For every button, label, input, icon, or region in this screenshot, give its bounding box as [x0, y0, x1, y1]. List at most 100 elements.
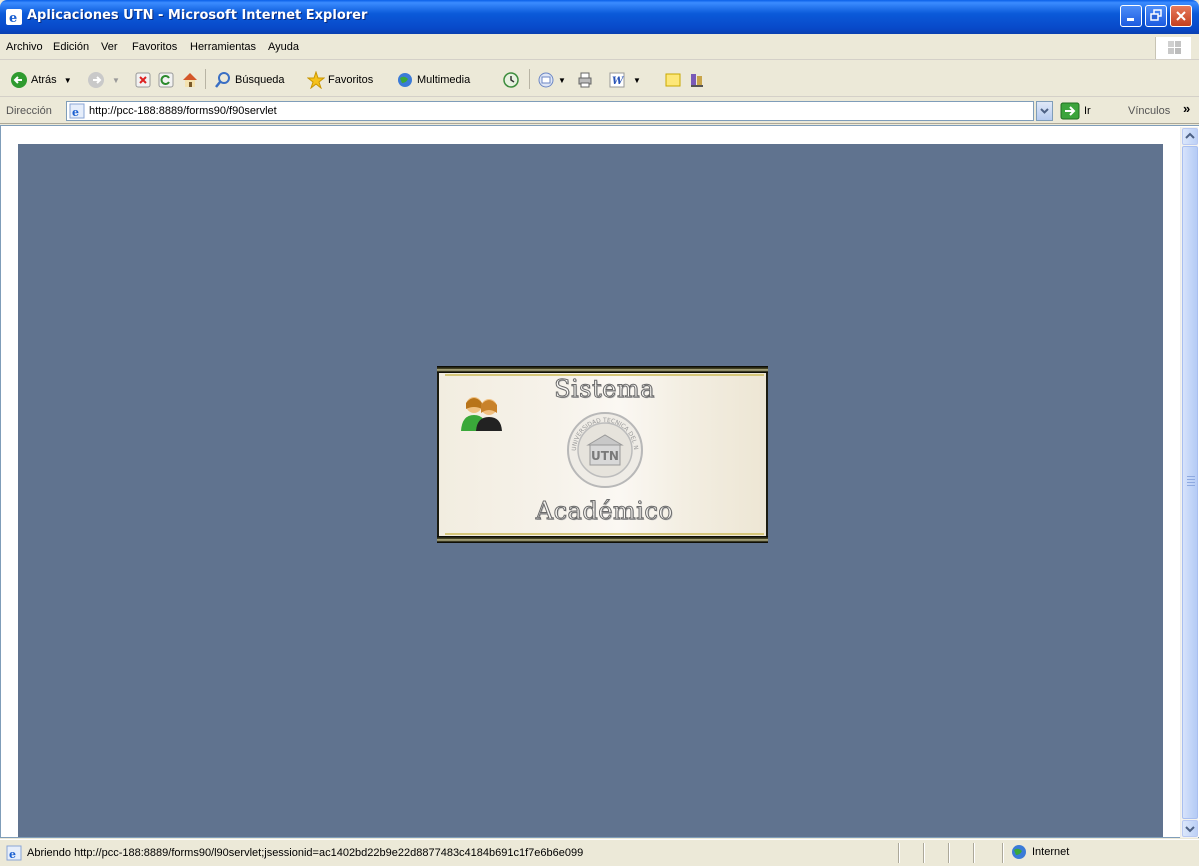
splash-bottom-bar [437, 536, 768, 543]
go-label: Ir [1084, 105, 1091, 117]
restore-icon [1150, 9, 1162, 21]
menu-favoritos[interactable]: Favoritos [132, 41, 177, 53]
chevron-down-icon [1040, 108, 1049, 114]
star-icon [307, 71, 325, 89]
address-dropdown-button[interactable] [1036, 101, 1053, 121]
splash-title-bottom: Académico [535, 497, 674, 526]
ie-icon: e [6, 9, 22, 25]
menu-herramientas[interactable]: Herramientas [190, 41, 256, 53]
search-icon [215, 72, 230, 88]
back-arrow-icon [11, 72, 27, 88]
university-seal-icon: UNIVERSIDAD TECNICA DEL NORTE UTN [566, 411, 643, 488]
title-bar[interactable]: e Aplicaciones UTN - Microsoft Internet … [0, 0, 1199, 34]
address-label: Dirección [6, 105, 52, 117]
users-icon [461, 397, 502, 431]
ie-page-icon: e [69, 103, 85, 119]
edit-dropdown-icon[interactable]: ▼ [633, 76, 641, 85]
back-label: Atrás [31, 74, 57, 86]
stop-icon [135, 72, 151, 88]
toolbar-separator [205, 69, 206, 89]
restore-button[interactable] [1145, 5, 1167, 27]
scroll-grip [1187, 482, 1195, 483]
internet-globe-icon [1012, 845, 1026, 859]
address-url[interactable]: http://pcc-188:8889/forms90/f90servlet [89, 105, 277, 117]
word-edit-icon: W [609, 72, 625, 88]
splash-bottom-line [445, 533, 764, 535]
windows-logo [1155, 37, 1191, 59]
media-label: Multimedia [417, 74, 471, 86]
refresh-icon [158, 72, 174, 88]
security-zone[interactable]: Internet [1011, 844, 1069, 860]
forward-arrow-icon [88, 72, 104, 88]
svg-text:e: e [72, 106, 79, 119]
seal-letters: UTN [591, 449, 619, 463]
home-button[interactable] [181, 69, 199, 91]
status-text: Abriendo http://pcc-188:8889/forms90/l90… [27, 847, 584, 859]
back-button[interactable]: Atrás ▼ [10, 69, 72, 91]
address-bar: Dirección e http://pcc-188:8889/forms90/… [0, 98, 1199, 124]
mail-button[interactable]: ▼ [537, 69, 566, 91]
scroll-thumb[interactable] [1182, 146, 1198, 819]
menu-archivo[interactable]: Archivo [6, 41, 43, 53]
home-icon [183, 73, 197, 87]
minimize-icon [1127, 18, 1134, 21]
svg-text:e: e [9, 848, 16, 861]
research-books-icon [691, 74, 703, 87]
close-button[interactable] [1170, 5, 1192, 27]
splash-panel: Sistema UNIVERSIDAD TECNICA DEL NORTE UT… [437, 366, 768, 543]
links-label[interactable]: Vínculos [1128, 105, 1170, 117]
status-separator [1002, 843, 1004, 863]
stop-button[interactable] [134, 69, 152, 91]
svg-text:e: e [9, 11, 17, 25]
window-title: Aplicaciones UTN - Microsoft Internet Ex… [27, 8, 368, 23]
print-button[interactable] [576, 69, 594, 91]
links-chevron-icon[interactable]: » [1183, 101, 1190, 116]
scroll-up-button[interactable] [1182, 128, 1198, 145]
status-separator [898, 843, 900, 863]
minimize-button[interactable] [1120, 5, 1142, 27]
media-button[interactable]: Multimedia [396, 69, 470, 91]
vertical-scrollbar[interactable] [1180, 127, 1198, 838]
status-separator [973, 843, 975, 863]
edit-button[interactable]: W ▼ [608, 69, 641, 91]
menu-edicion[interactable]: Edición [53, 41, 89, 53]
close-icon [1176, 11, 1186, 21]
history-button[interactable] [502, 69, 520, 91]
status-separator [923, 843, 925, 863]
chevron-up-icon [1185, 132, 1195, 139]
history-clock-icon [503, 72, 519, 88]
status-separator [948, 843, 950, 863]
go-button[interactable]: Ir [1060, 102, 1091, 120]
discuss-button[interactable] [664, 69, 682, 91]
forward-button[interactable]: ▼ [87, 69, 120, 91]
menu-ayuda[interactable]: Ayuda [268, 41, 299, 53]
splash-top-bar [437, 366, 768, 373]
mail-dropdown-icon[interactable]: ▼ [558, 76, 566, 85]
svg-text:W: W [612, 76, 625, 87]
scroll-grip [1187, 479, 1195, 480]
messenger-button[interactable] [688, 69, 706, 91]
refresh-button[interactable] [157, 69, 175, 91]
zone-label: Internet [1032, 846, 1070, 858]
status-bar: e Abriendo http://pcc-188:8889/forms90/l… [0, 839, 1199, 866]
favorites-button[interactable]: Favoritos [307, 69, 373, 91]
scroll-grip [1187, 485, 1195, 486]
note-icon [665, 73, 681, 87]
go-arrow-icon [1060, 102, 1080, 120]
windows-flag-icon [1168, 41, 1181, 54]
mail-icon [538, 72, 554, 88]
search-button[interactable]: Búsqueda [214, 69, 285, 91]
forward-dropdown-icon[interactable]: ▼ [112, 76, 120, 85]
favorites-label: Favoritos [328, 74, 374, 86]
chevron-down-icon [1185, 826, 1195, 833]
menu-bar: Archivo Edición Ver Favoritos Herramient… [0, 34, 1199, 60]
menu-ver[interactable]: Ver [101, 41, 118, 53]
back-dropdown-icon[interactable]: ▼ [64, 76, 72, 85]
scroll-grip [1187, 476, 1195, 477]
printer-icon [578, 72, 592, 88]
ie-page-icon: e [6, 845, 22, 861]
toolbar-separator [529, 69, 530, 89]
scroll-down-button[interactable] [1182, 820, 1198, 837]
media-globe-icon [398, 73, 412, 87]
address-input[interactable]: e http://pcc-188:8889/forms90/f90servlet [66, 101, 1034, 121]
